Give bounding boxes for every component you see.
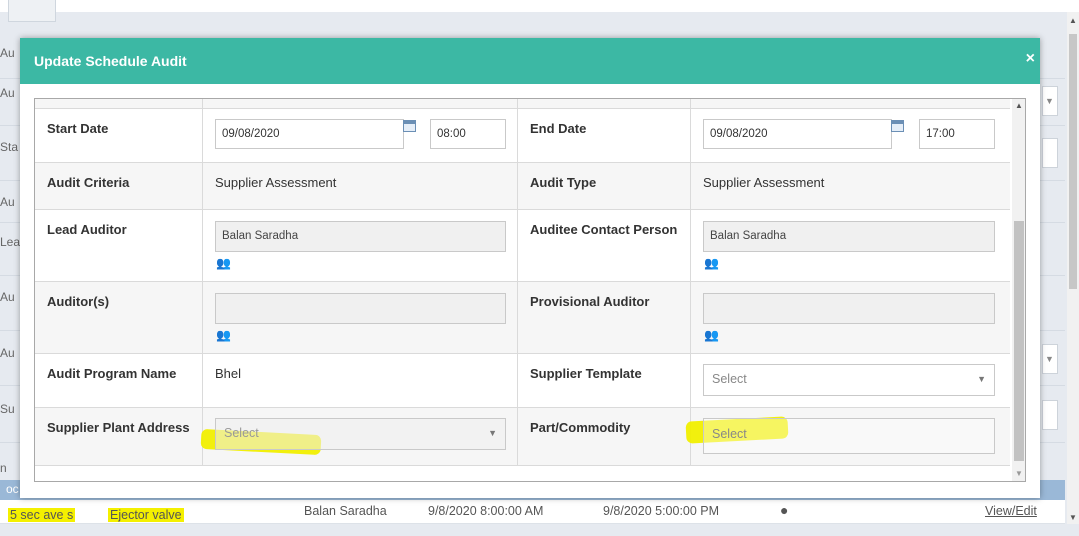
table-row[interactable]: 5 sec ave s Ejector valve Balan Saradha … [0, 500, 1065, 524]
scroll-down-icon[interactable]: ▼ [1015, 469, 1023, 478]
start-time-input[interactable]: 08:00 [430, 119, 506, 149]
end-date-label: End Date [530, 121, 587, 136]
end-date-input[interactable]: 09/08/2020 [703, 119, 892, 149]
status-dot-icon: ● [780, 502, 789, 518]
close-icon[interactable]: × [1026, 50, 1035, 68]
bg-left-label: oc [6, 482, 19, 496]
users-icon[interactable]: 👥 [216, 328, 231, 342]
audit-program-name-label: Audit Program Name [47, 366, 177, 381]
bg-left-label: Su [0, 402, 15, 416]
supplier-template-label: Supplier Template [530, 366, 642, 381]
supplier-plant-address-label: Supplier Plant Address [47, 420, 190, 435]
bg-right-field[interactable] [1042, 400, 1058, 430]
users-icon[interactable]: 👥 [704, 256, 719, 270]
audit-program-name-value: Bhel [215, 366, 242, 381]
modal-header: Update Schedule Audit × [20, 38, 1040, 84]
modal-title: Update Schedule Audit [34, 53, 187, 69]
background-topbar [0, 0, 1079, 12]
supplier-template-selected: Select [712, 372, 747, 386]
form-row-lead-auditor: Lead Auditor Balan Saradha 👥 Auditee Con… [35, 210, 1010, 282]
users-icon[interactable]: 👥 [704, 328, 719, 342]
scrollbar-thumb[interactable] [1069, 34, 1077, 289]
bg-left-label: Lea [0, 235, 21, 249]
provisional-auditor-label: Provisional Auditor [530, 294, 650, 309]
lead-auditor-label: Lead Auditor [47, 222, 127, 237]
bg-left-label: Sta [0, 140, 19, 154]
scrollbar-thumb[interactable] [1014, 221, 1024, 461]
calendar-icon[interactable] [891, 120, 904, 132]
supplier-template-select[interactable]: Select ▼ [703, 364, 995, 396]
part-commodity-label: Part/Commodity [530, 420, 631, 435]
background-top-button[interactable] [8, 0, 56, 22]
audit-criteria-label: Audit Criteria [47, 175, 130, 190]
bg-left-label: Au [0, 46, 15, 60]
end-time-input[interactable]: 17:00 [919, 119, 995, 149]
view-edit-link[interactable]: View/Edit [985, 504, 1037, 518]
chevron-down-icon: ▼ [488, 428, 497, 438]
scroll-down-icon[interactable]: ▼ [1069, 513, 1077, 522]
chevron-down-icon: ▼ [1045, 96, 1054, 106]
page-scrollbar[interactable]: ▲ ▼ [1067, 12, 1079, 524]
chevron-down-icon: ▼ [1045, 354, 1054, 364]
modal-body: Start Date 09/08/2020 08:00 End Date 09/… [34, 98, 1026, 482]
form-row-program: Audit Program Name Bhel Supplier Templat… [35, 354, 1010, 408]
auditee-contact-input[interactable]: Balan Saradha [703, 221, 995, 252]
form-row-auditors: Auditor(s) 👥 Provisional Auditor 👥 [35, 282, 1010, 354]
bg-right-field[interactable] [1042, 138, 1058, 168]
lead-auditor-input[interactable]: Balan Saradha [215, 221, 506, 252]
table-cell-end: 9/8/2020 5:00:00 PM [603, 504, 720, 518]
form-row-plant-address: Supplier Plant Address Select ▼ Part/Com… [35, 408, 1010, 466]
bg-left-label: Au [0, 346, 15, 360]
table-cell-code: 5 sec ave s [8, 508, 76, 522]
start-date-label: Start Date [47, 121, 109, 136]
scroll-up-icon[interactable]: ▲ [1069, 16, 1077, 25]
bg-left-label: n [0, 461, 7, 475]
auditee-contact-label: Auditee Contact Person [530, 222, 678, 237]
audit-criteria-value: Supplier Assessment [215, 175, 337, 190]
table-cell-auditor: Balan Saradha [304, 504, 387, 518]
bg-left-label: Au [0, 195, 15, 209]
form-row-criteria: Audit Criteria Supplier Assessment Audit… [35, 163, 1010, 210]
audit-type-label: Audit Type [530, 175, 597, 190]
supplier-plant-address-selected: Select [224, 426, 259, 440]
bg-left-label: Au [0, 86, 15, 100]
bg-left-label: Au [0, 290, 15, 304]
table-cell-part: Ejector valve [108, 508, 184, 522]
chevron-down-icon: ▼ [977, 374, 986, 384]
users-icon[interactable]: 👥 [216, 256, 231, 270]
scroll-up-icon[interactable]: ▲ [1015, 101, 1023, 110]
form-row-partial [35, 99, 1010, 109]
supplier-plant-address-select[interactable]: Select ▼ [215, 418, 506, 450]
provisional-auditor-input[interactable] [703, 293, 995, 324]
part-commodity-selected: Select [712, 427, 747, 441]
part-commodity-select[interactable]: Select [703, 418, 995, 454]
update-schedule-audit-modal: Update Schedule Audit × Start Date 09/08… [20, 38, 1040, 498]
auditors-input[interactable] [215, 293, 506, 324]
auditors-label: Auditor(s) [47, 294, 110, 309]
start-date-input[interactable]: 09/08/2020 [215, 119, 404, 149]
calendar-icon[interactable] [403, 120, 416, 132]
modal-scrollbar[interactable]: ▲ ▼ [1012, 99, 1025, 481]
audit-type-value: Supplier Assessment [703, 175, 825, 190]
form-row-dates: Start Date 09/08/2020 08:00 End Date 09/… [35, 109, 1010, 163]
table-cell-start: 9/8/2020 8:00:00 AM [428, 504, 544, 518]
